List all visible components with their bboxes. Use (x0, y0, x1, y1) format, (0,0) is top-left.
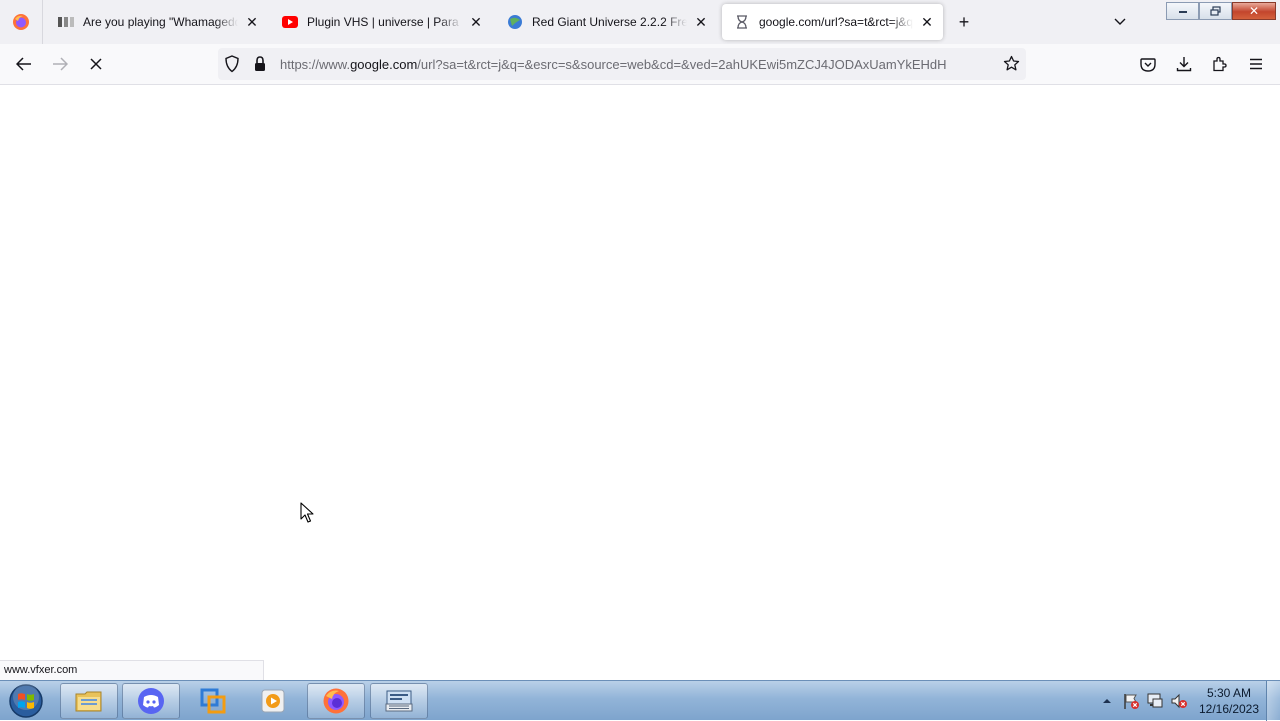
taskbar-keyboard[interactable] (370, 683, 428, 719)
forward-arrow-icon (53, 57, 68, 71)
tab-title: Red Giant Universe 2.2.2 Free Download (532, 15, 687, 29)
close-icon: ✕ (1248, 4, 1260, 18)
plus-icon: + (958, 11, 970, 32)
download-icon (1176, 57, 1192, 72)
media-player-icon (261, 689, 285, 713)
puzzle-piece-icon (1213, 56, 1227, 72)
tab-strip: Are you playing "Whamageddon"? ✕ Plugin … (0, 0, 1280, 44)
keyboard-icon (385, 690, 413, 712)
clock-date: 12/16/2023 (1198, 702, 1260, 716)
show-hidden-icons-chevron-up-icon[interactable] (1102, 694, 1112, 708)
vmware-icon (200, 688, 226, 714)
downloads-button[interactable] (1170, 50, 1198, 78)
status-panel: www.vfxer.com (0, 660, 264, 680)
close-tab-icon[interactable]: ✕ (244, 14, 260, 30)
youtube-favicon-icon (282, 14, 298, 30)
firefox-icon (13, 14, 29, 30)
restore-button[interactable] (1199, 2, 1232, 20)
windows-start-orb-icon (9, 684, 43, 718)
url-path: /url?sa=t&rct=j&q=&esrc=s&source=web&cd=… (417, 57, 947, 72)
taskbar-firefox[interactable] (307, 683, 365, 719)
firefox-view-button[interactable] (0, 0, 42, 44)
list-all-tabs-button[interactable] (1108, 12, 1132, 32)
tab-whamageddon[interactable]: Are you playing "Whamageddon"? ✕ (46, 0, 268, 44)
back-arrow-icon (16, 57, 31, 71)
tracking-protection-shield-icon[interactable] (224, 55, 240, 76)
stop-x-icon (90, 58, 102, 70)
taskbar-clock[interactable]: 5:30 AM 12/16/2023 (1196, 685, 1262, 717)
close-tab-icon[interactable]: ✕ (468, 14, 484, 30)
lock-icon[interactable] (253, 55, 267, 76)
tab-google-redirect[interactable]: google.com/url?sa=t&rct=j&q=&esrc=s ✕ (722, 4, 943, 40)
close-tab-icon[interactable]: ✕ (693, 14, 709, 30)
extensions-button[interactable] (1206, 50, 1234, 78)
window-close-button[interactable]: ✕ (1232, 2, 1276, 20)
url-prefix: https://www. (280, 57, 351, 72)
start-button[interactable] (4, 683, 48, 719)
hourglass-loading-icon (734, 14, 750, 30)
taskbar-media-player[interactable] (244, 683, 302, 719)
tab-title: Are you playing "Whamageddon"? (83, 15, 238, 29)
windows-taskbar: 5:30 AM 12/16/2023 (0, 680, 1280, 721)
tab-title: google.com/url?sa=t&rct=j&q=&esrc=s (759, 15, 913, 29)
url-text[interactable]: https://www.google.com/url?sa=t&rct=j&q=… (280, 57, 992, 72)
taskbar-vmware[interactable] (184, 683, 242, 719)
discord-icon (138, 688, 164, 714)
volume-muted-icon[interactable] (1170, 692, 1188, 713)
tab-separator (42, 0, 43, 44)
pocket-icon (1140, 57, 1156, 72)
close-tab-icon[interactable]: ✕ (919, 14, 935, 30)
restore-icon (1209, 6, 1221, 16)
back-button[interactable] (10, 50, 38, 78)
minimize-icon (1178, 11, 1187, 13)
taskbar-file-explorer[interactable] (60, 683, 118, 719)
mouse-cursor-icon (300, 502, 314, 527)
chevron-down-icon (1114, 18, 1126, 25)
stop-loading-button[interactable] (82, 50, 110, 78)
window-controls: ✕ (1166, 2, 1276, 20)
tab-plugin-vhs[interactable]: Plugin VHS | universe | Para Vegas ✕ (270, 0, 492, 44)
clock-time: 5:30 AM (1206, 686, 1252, 700)
app-menu-button[interactable] (1242, 50, 1270, 78)
hamburger-menu-icon (1250, 58, 1262, 70)
show-desktop-button[interactable] (1266, 681, 1280, 721)
action-center-flag-icon[interactable] (1122, 692, 1140, 713)
taskbar-discord[interactable] (122, 683, 180, 719)
folder-icon (75, 691, 102, 712)
globe-favicon-icon (507, 14, 523, 30)
url-host: google.com (350, 57, 418, 72)
news-favicon-icon (58, 14, 74, 30)
address-bar[interactable]: https://www.google.com/url?sa=t&rct=j&q=… (218, 48, 1026, 80)
network-icon[interactable] (1146, 692, 1164, 713)
firefox-icon (323, 688, 349, 714)
minimize-button[interactable] (1166, 2, 1199, 20)
tab-red-giant[interactable]: Red Giant Universe 2.2.2 Free Download ✕ (495, 0, 717, 44)
pocket-button[interactable] (1134, 50, 1162, 78)
bookmark-star-icon[interactable] (1003, 55, 1020, 75)
new-tab-button[interactable]: + (952, 10, 976, 34)
tab-title: Plugin VHS | universe | Para Vegas (307, 15, 462, 29)
forward-button[interactable] (46, 50, 74, 78)
page-content-area[interactable] (0, 85, 1280, 680)
navigation-toolbar: https://www.google.com/url?sa=t&rct=j&q=… (0, 44, 1280, 85)
